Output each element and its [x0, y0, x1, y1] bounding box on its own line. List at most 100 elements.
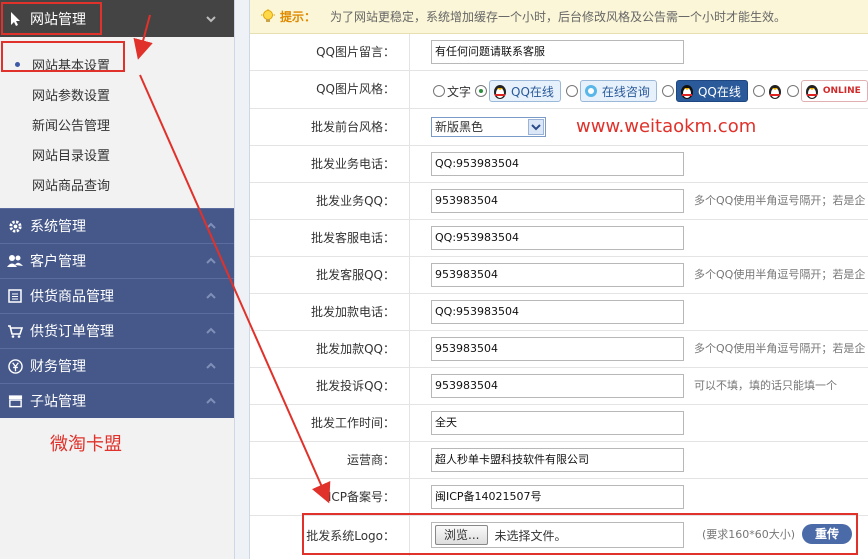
radio-qq-online[interactable] — [475, 85, 488, 97]
qq-online-dark-badge: QQ在线 — [675, 80, 748, 102]
cart-icon — [0, 324, 30, 338]
file-status: 未选择文件。 — [494, 528, 567, 543]
lightbulb-icon — [261, 8, 275, 22]
sidebar-section-website[interactable]: 网站管理 — [0, 0, 234, 37]
penguin-icon — [680, 85, 693, 99]
sidebar-section-substation[interactable]: 子站管理 — [0, 383, 234, 418]
chevron-up-icon — [206, 222, 216, 229]
topup-phone-input[interactable]: QQ:953983504 — [431, 300, 684, 324]
store-icon — [0, 394, 30, 408]
business-phone-input[interactable]: QQ:953983504 — [431, 152, 684, 176]
field-label: QQ图片风格： — [250, 71, 410, 108]
sidebar-section-label: 子站管理 — [30, 394, 86, 410]
field-label: 批发加款QQ： — [250, 331, 410, 367]
form-row-qq-style: QQ图片风格： 文字 QQ在线 在线咨询 QQ在线 ONLINE — [250, 71, 868, 109]
sidebar-item-news[interactable]: 新闻公告管理 — [0, 109, 234, 139]
icp-input[interactable]: 闽ICP备14021507号 — [431, 485, 684, 509]
topup-qq-input[interactable]: 953983504 — [431, 337, 684, 361]
notice-text: 为了网站更稳定，系统增加缓存一个小时，后台修改风格及公告需一个小时才能生效。 — [330, 10, 787, 24]
sidebar-section-label: 供货商品管理 — [30, 289, 114, 305]
browse-button[interactable]: 浏览... — [435, 525, 489, 545]
field-hint: (要求160*60大小) — [702, 528, 796, 541]
business-qq-input[interactable]: 953983504 — [431, 189, 684, 213]
sidebar-item-directory[interactable]: 网站目录设置 — [0, 139, 234, 169]
qq-style-options: 文字 QQ在线 在线咨询 QQ在线 ONLINE — [431, 77, 868, 105]
form-row-front-style: 批发前台风格： 新版黑色 www.weitaokm.com — [250, 109, 868, 146]
service-phone-input[interactable]: QQ:953983504 — [431, 226, 684, 250]
form-row-service-phone: 批发客服电话： QQ:953983504 — [250, 220, 868, 257]
sidebar-item-product-query[interactable]: 网站商品查询 — [0, 169, 234, 199]
main-content: 提示： 为了网站更稳定，系统增加缓存一个小时，后台修改风格及公告需一个小时才能生… — [250, 0, 868, 559]
sidebar-section-label: 客户管理 — [30, 254, 86, 270]
sidebar-section-customers[interactable]: 客户管理 — [0, 243, 234, 278]
field-label: 批发业务电话： — [250, 146, 410, 182]
cursor-icon — [0, 11, 30, 27]
form-row-icp: ICP备案号： 闽ICP备14021507号 — [250, 479, 868, 516]
sidebar-section-label: 财务管理 — [30, 359, 86, 375]
chat-bubble-icon — [584, 85, 597, 97]
field-label: 批发工作时间： — [250, 405, 410, 441]
field-label: 批发系统Logo： — [250, 516, 410, 556]
site-url-watermark: www.weitaokm.com — [576, 116, 757, 137]
operator-input[interactable]: 超人秒单卡盟科技软件有限公司 — [431, 448, 684, 472]
work-time-input[interactable]: 全天 — [431, 411, 684, 435]
field-label: 批发前台风格： — [250, 109, 410, 145]
sidebar-item-basic-settings[interactable]: 网站基本设置 — [0, 49, 234, 79]
gear-icon — [0, 219, 30, 234]
radio-text[interactable] — [433, 85, 445, 97]
sidebar-item-label: 网站商品查询 — [32, 178, 111, 194]
radio-qq-online-dark[interactable] — [661, 85, 674, 97]
sidebar-section-label: 供货订单管理 — [30, 324, 114, 340]
select-value: 新版黑色 — [435, 120, 484, 134]
sidebar-section-supply-products[interactable]: 供货商品管理 — [0, 278, 234, 313]
form-row-qq-message: QQ图片留言： 有任何问题请联系客服 — [250, 34, 868, 71]
form-row-topup-phone: 批发加款电话： QQ:953983504 — [250, 294, 868, 331]
sidebar-section-supply-orders[interactable]: 供货订单管理 — [0, 313, 234, 348]
online-en-label: ONLINE — [822, 86, 861, 96]
chevron-up-icon — [206, 292, 216, 299]
field-label: 批发业务QQ： — [250, 183, 410, 219]
users-icon — [0, 254, 30, 268]
notice-bar: 提示： 为了网站更稳定，系统增加缓存一个小时，后台修改风格及公告需一个小时才能生… — [250, 0, 868, 34]
penguin-icon — [805, 85, 818, 99]
chevron-up-icon — [206, 257, 216, 264]
watermark-text: 微淘卡盟 — [50, 434, 122, 455]
form-row-operator: 运营商： 超人秒单卡盟科技软件有限公司 — [250, 442, 868, 479]
logo-file-input[interactable]: 浏览... 未选择文件。 — [431, 522, 684, 548]
online-consult-badge: 在线咨询 — [579, 80, 657, 102]
penguin-icon — [494, 85, 507, 99]
field-label: QQ图片留言： — [250, 34, 410, 70]
sidebar-item-label: 网站目录设置 — [32, 148, 111, 164]
front-style-select[interactable]: 新版黑色 — [431, 117, 546, 137]
sidebar-section-system[interactable]: 系统管理 — [0, 208, 234, 243]
form-row-complaint-qq: 批发投诉QQ： 953983504 可以不填，填的话只能填一个 — [250, 368, 868, 405]
sidebar-splitter[interactable] — [234, 0, 250, 559]
sidebar-section-label: 网站管理 — [30, 11, 86, 28]
notice-label: 提示： — [280, 10, 317, 24]
bullet-icon — [15, 62, 20, 67]
form-row-business-qq: 批发业务QQ： 953983504 多个QQ使用半角逗号隔开；若是企 — [250, 183, 868, 220]
form-row-business-phone: 批发业务电话： QQ:953983504 — [250, 146, 868, 183]
qq-message-input[interactable]: 有任何问题请联系客服 — [431, 40, 684, 64]
sidebar-section-label: 系统管理 — [30, 219, 86, 235]
chevron-down-icon — [528, 119, 544, 135]
radio-penguin[interactable] — [752, 85, 765, 97]
form-row-topup-qq: 批发加款QQ： 953983504 多个QQ使用半角逗号隔开；若是企 — [250, 331, 868, 368]
sidebar-section-finance[interactable]: 财务管理 — [0, 348, 234, 383]
complaint-qq-input[interactable]: 953983504 — [431, 374, 684, 398]
chevron-down-icon — [206, 15, 216, 22]
field-label: 批发加款电话： — [250, 294, 410, 330]
radio-online-consult[interactable] — [565, 85, 578, 97]
penguin-icon — [768, 85, 781, 99]
field-hint: 多个QQ使用半角逗号隔开；若是企 — [694, 268, 866, 281]
list-icon — [0, 289, 30, 303]
reupload-button[interactable]: 重传 — [802, 524, 852, 544]
online-en-badge: ONLINE — [800, 80, 868, 102]
sidebar-item-param-settings[interactable]: 网站参数设置 — [0, 79, 234, 109]
sidebar-item-label: 网站参数设置 — [32, 88, 111, 104]
service-qq-input[interactable]: 953983504 — [431, 263, 684, 287]
qq-online-dark-label: QQ在线 — [697, 84, 741, 99]
field-hint: 多个QQ使用半角逗号隔开；若是企 — [694, 194, 866, 207]
radio-online-en[interactable] — [786, 85, 799, 97]
field-hint: 多个QQ使用半角逗号隔开；若是企 — [694, 342, 866, 355]
